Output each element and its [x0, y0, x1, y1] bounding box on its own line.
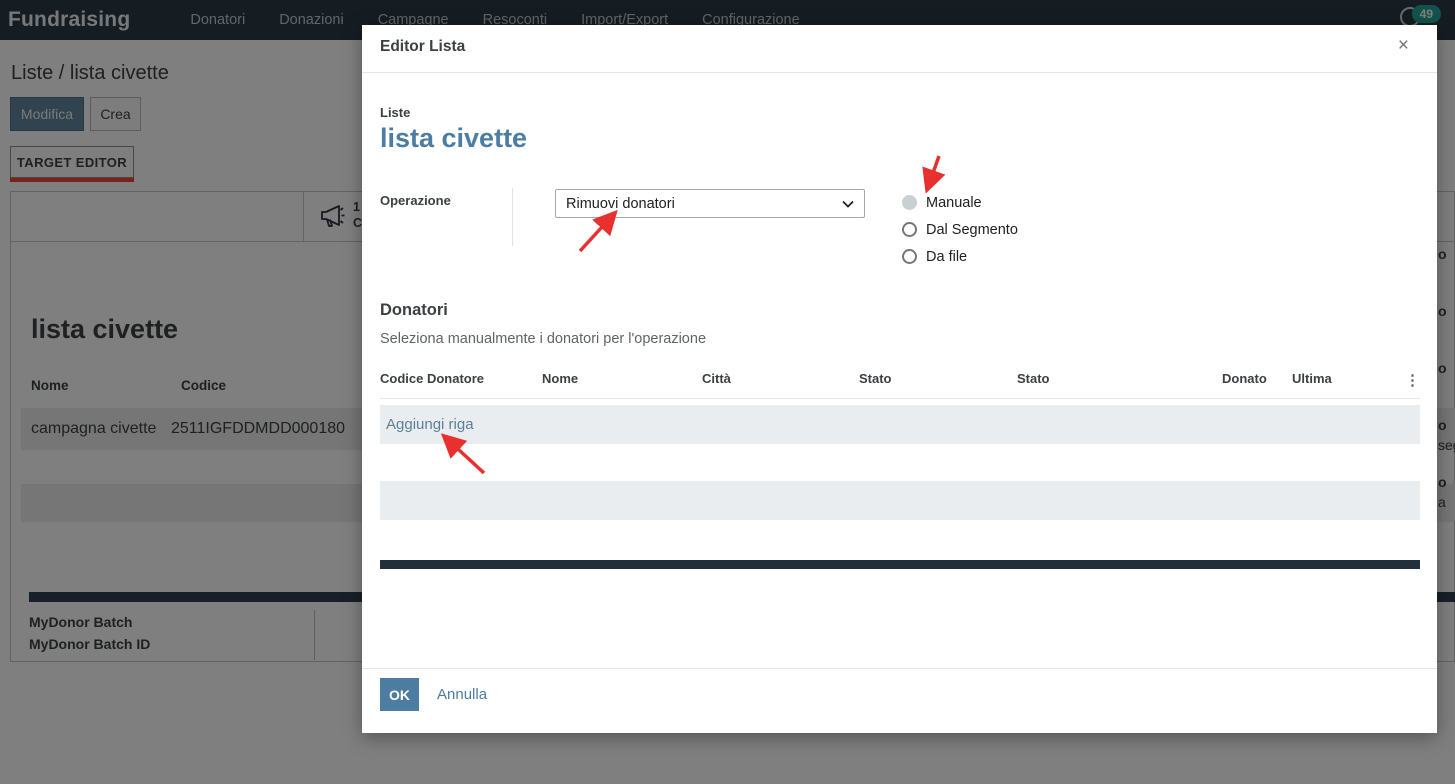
list-name-heading: lista civette [380, 123, 528, 153]
field-divider [512, 188, 513, 246]
radio-icon [902, 195, 917, 210]
col-donato: Donato [1222, 371, 1267, 386]
footer-divider [362, 668, 1437, 669]
operazione-label: Operazione [380, 193, 451, 208]
col-codice-donatore: Codice Donatore [380, 371, 485, 386]
liste-label: Liste [380, 105, 411, 120]
app-root: Fundraising Donatori Donazioni Campagne … [0, 0, 1455, 784]
col-nome: Nome [542, 371, 579, 386]
radio-icon [902, 249, 917, 264]
operation-select-value: Rimuovi donatori [566, 195, 675, 212]
donatori-section-subtitle: Seleziona manualmente i donatori per l'o… [380, 331, 707, 347]
col-citta: Città [702, 371, 731, 386]
empty-table-row [380, 481, 1420, 520]
ok-button[interactable]: OK [380, 678, 419, 711]
add-row-button[interactable]: Aggiungi riga [380, 405, 1420, 444]
close-icon[interactable]: × [1398, 36, 1409, 55]
table-horizontal-scrollbar[interactable] [380, 560, 1420, 569]
dialog-header: Editor Lista × [362, 25, 1437, 73]
source-radio-group: Manuale Dal Segmento Da file [902, 189, 1018, 270]
cancel-link[interactable]: Annulla [437, 686, 487, 703]
radio-icon [902, 222, 917, 237]
chevron-down-icon [842, 196, 854, 212]
col-stato-1: Stato [859, 371, 892, 386]
operation-select[interactable]: Rimuovi donatori [555, 189, 865, 218]
radio-dal-segmento[interactable]: Dal Segmento [902, 216, 1018, 243]
donors-table-header: Codice Donatore Nome Città Stato Stato D… [380, 371, 1420, 399]
col-stato-2: Stato [1017, 371, 1050, 386]
radio-manuale[interactable]: Manuale [902, 189, 1018, 216]
col-ultima: Ultima [1292, 371, 1332, 386]
dialog-title: Editor Lista [380, 38, 466, 55]
donatori-section-title: Donatori [380, 301, 448, 319]
donors-table: Codice Donatore Nome Città Stato Stato D… [380, 371, 1420, 399]
column-menu-icon[interactable]: ⋮ [1390, 371, 1420, 389]
radio-da-file[interactable]: Da file [902, 243, 1018, 270]
editor-lista-dialog: Editor Lista × Liste lista civette Opera… [362, 25, 1437, 733]
